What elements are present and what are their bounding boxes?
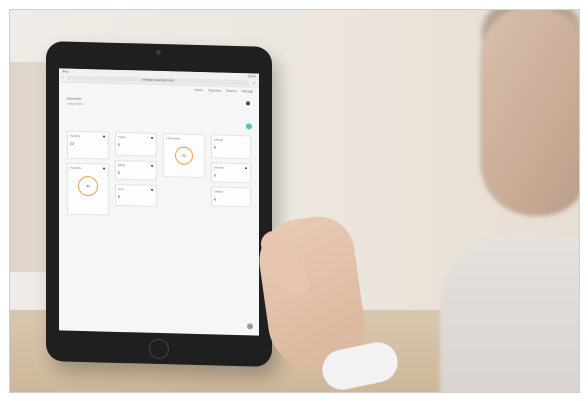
- tab-overview[interactable]: Overview: [208, 88, 221, 92]
- person-shoulder: [440, 235, 579, 392]
- thermostat-gauge: 21: [175, 146, 193, 165]
- card-blinds[interactable]: Blinds 0: [115, 159, 157, 181]
- tab-settings[interactable]: Settings: [241, 89, 253, 93]
- card-grid: Heating 22 Humidity 41 Lights 0 Blinds 0…: [67, 130, 251, 216]
- user-avatar[interactable]: [246, 101, 250, 106]
- menu-icon[interactable]: [151, 136, 153, 139]
- gauge-value: 21: [182, 153, 186, 158]
- tab-rooms[interactable]: Rooms: [226, 89, 236, 93]
- back-icon[interactable]: ‹: [63, 75, 64, 79]
- humidity-gauge: 41: [78, 175, 98, 197]
- card-sensor[interactable]: Sensor 6: [211, 186, 251, 208]
- card-title: Sensor: [214, 189, 223, 194]
- card-thermostat[interactable]: Thermostat 21: [163, 133, 205, 179]
- tablet-device: iPad 100% ‹ webapp.openhab.local ⤴ Home …: [46, 41, 272, 367]
- card-title: Heating: [70, 133, 80, 138]
- card-title: Humidity: [70, 165, 81, 170]
- toggle-switch[interactable]: [246, 123, 252, 130]
- menu-icon[interactable]: [103, 135, 105, 138]
- tab-home[interactable]: Home: [195, 88, 204, 92]
- card-energy[interactable]: Energy 8: [211, 134, 251, 160]
- card-humidity[interactable]: Humidity 41: [67, 162, 109, 216]
- camera-icon: [156, 49, 161, 56]
- card-value: 6: [214, 197, 216, 202]
- card-title: Thermostat: [166, 136, 181, 141]
- card-door[interactable]: Door 6: [115, 183, 157, 207]
- card-title: Window: [214, 165, 224, 170]
- status-right: 100%: [247, 73, 256, 79]
- card-title: Lights: [118, 134, 126, 140]
- card-heating[interactable]: Heating 22: [67, 130, 109, 160]
- card-title: Door: [118, 186, 125, 192]
- person-head: [480, 10, 579, 216]
- menu-icon[interactable]: [245, 167, 247, 170]
- menu-icon[interactable]: [151, 188, 153, 191]
- gauge-value: 41: [86, 184, 90, 189]
- share-icon[interactable]: ⤴: [252, 80, 255, 85]
- card-lights[interactable]: Lights 0: [115, 131, 157, 157]
- card-value: 0: [214, 173, 216, 178]
- card-value: 0: [118, 142, 120, 147]
- card-title: Energy: [214, 137, 223, 142]
- card-value: 22: [70, 141, 74, 146]
- tablet-screen: iPad 100% ‹ webapp.openhab.local ⤴ Home …: [59, 68, 259, 336]
- card-window[interactable]: Window 0: [211, 162, 251, 184]
- card-value: 6: [118, 194, 120, 199]
- menu-icon[interactable]: [103, 167, 105, 170]
- status-left: iPad: [62, 68, 69, 74]
- card-value: 0: [118, 170, 120, 175]
- url-text: webapp.openhab.local: [141, 77, 174, 83]
- card-title: Blinds: [118, 162, 126, 168]
- gear-icon[interactable]: [247, 323, 253, 330]
- home-button[interactable]: [149, 338, 169, 360]
- photo-frame: iPad 100% ‹ webapp.openhab.local ⤴ Home …: [9, 9, 580, 393]
- card-value: 8: [214, 145, 216, 150]
- menu-icon[interactable]: [151, 164, 153, 167]
